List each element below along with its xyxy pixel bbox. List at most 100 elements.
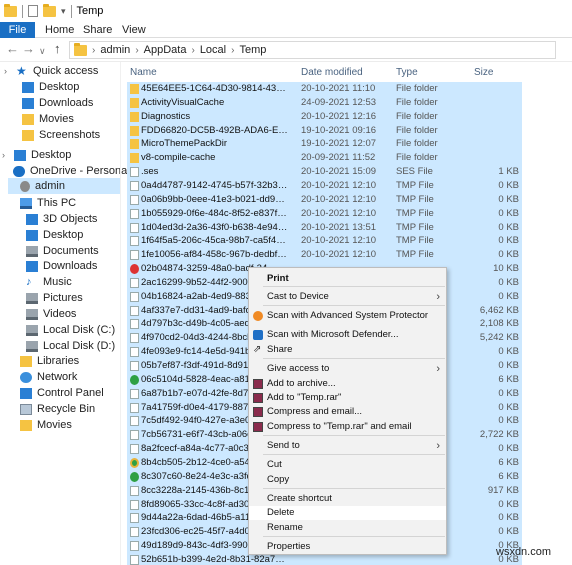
file-row[interactable]: Diagnostics 20-10-2021 12:16 File folder (127, 109, 522, 124)
file-size: 0 KB (498, 387, 519, 399)
sidebar-item-libraries[interactable]: Libraries (8, 353, 120, 369)
chevron-right-icon[interactable]: › (231, 45, 234, 56)
breadcrumb-local[interactable]: Local (200, 44, 226, 56)
menu-item-share[interactable]: ⇗ Share (249, 343, 446, 357)
sidebar-item-network[interactable]: Network (8, 369, 120, 385)
file-icon (130, 361, 139, 371)
file-size: 0 KB (498, 276, 519, 288)
breadcrumb-admin[interactable]: admin (100, 44, 130, 56)
chevron-right-icon[interactable]: › (191, 45, 194, 56)
menu-item-cut[interactable]: Cut (249, 458, 446, 472)
sidebar-item-onedrive-personal[interactable]: OneDrive - Personal (8, 163, 130, 179)
menu-item-rename[interactable]: Rename (249, 521, 446, 535)
file-name: 1d04ed3d-2a36-43f0-b638-4e9462fb45d3... (141, 221, 289, 233)
window-title: Temp (76, 5, 104, 17)
file-row[interactable]: 1b055929-0f6e-484c-8f52-e837f5dd0aad.t..… (127, 206, 522, 221)
menu-item-compress-to-temp-rar-and-email[interactable]: Compress to "Temp.rar" and email (249, 420, 446, 434)
winrar-icon (253, 379, 263, 389)
file-row[interactable]: MicroThemePackDir 19-10-2021 12:07 File fo… (127, 137, 522, 152)
sidebar-item-movies[interactable]: Movies (10, 111, 120, 127)
chevron-right-icon[interactable]: › (4, 66, 11, 76)
tab-share[interactable]: Share (83, 22, 112, 38)
file-row[interactable]: FDD66820-DC5B-492B-ADA6-EADABF8E9... 19-1… (127, 123, 522, 138)
menu-item-add-to-temp-rar[interactable]: Add to "Temp.rar" (249, 391, 446, 405)
menu-item-label: Rename (267, 522, 303, 533)
sidebar-item-control-panel[interactable]: Control Panel (8, 385, 120, 401)
file-icon (130, 513, 139, 524)
file-row[interactable]: 0a06b9bb-0eee-41e3-b021-dd918819cb6... 20… (127, 192, 522, 207)
sidebar-item-recycle-bin[interactable]: Recycle Bin (8, 401, 120, 417)
file-size: 6 KB (498, 456, 519, 468)
sidebar-item-downloads[interactable]: Downloads (10, 95, 120, 111)
sidebar-item-local-disk-d-[interactable]: Local Disk (D:) (14, 338, 120, 354)
file-row[interactable]: v8-compile-cache 20-09-2021 11:52 File fol… (127, 151, 522, 166)
menu-item-print[interactable]: Print (249, 272, 446, 286)
file-date: 19-10-2021 12:07 (301, 138, 377, 150)
file-row[interactable]: 1f64f5a5-206c-45ca-98b7-ca5f4148156a.t..… (127, 234, 522, 249)
forward-arrow-icon[interactable]: → (22, 42, 35, 56)
new-folder-icon[interactable] (43, 3, 56, 17)
file-row[interactable]: 1d04ed3d-2a36-43f0-b638-4e9462fb45d3... 2… (127, 220, 522, 235)
up-arrow-icon[interactable]: ↑ (54, 42, 61, 56)
file-row[interactable]: 45E64EE5-1C64-4D30-9814-435A7C4E1B23 20-1… (127, 82, 522, 96)
sidebar-item-movies[interactable]: Movies (8, 417, 120, 433)
tab-view[interactable]: View (122, 22, 146, 38)
tab-file[interactable]: File (0, 22, 35, 38)
menu-item-give-access-to[interactable]: Give access to › (249, 362, 446, 376)
recent-locations-icon[interactable]: ∨ (39, 44, 46, 58)
watermark: wsxdn.com (496, 546, 552, 558)
pane-divider[interactable] (120, 62, 121, 565)
sidebar-item-music[interactable]: ♪ Music (14, 274, 120, 290)
onedrive-icon (13, 165, 25, 177)
file-size: 5,242 KB (479, 332, 519, 344)
sidebar-item-videos[interactable]: Videos (14, 306, 120, 322)
sidebar-item-desktop[interactable]: › Desktop (2, 147, 120, 163)
menu-item-properties[interactable]: Properties (249, 540, 446, 554)
column-header-size[interactable]: Size (474, 67, 493, 78)
file-name: .ses (141, 166, 159, 178)
menu-item-create-shortcut[interactable]: Create shortcut (249, 492, 446, 506)
column-header-type[interactable]: Type (396, 67, 418, 78)
sidebar-item-this-pc[interactable]: This PC (8, 195, 120, 211)
menu-item-copy[interactable]: Copy (249, 473, 446, 487)
back-arrow-icon[interactable]: ← (6, 42, 19, 56)
menu-item-cast-to-device[interactable]: Cast to Device › (249, 290, 446, 304)
menu-item-add-to-archive[interactable]: Add to archive... (249, 377, 446, 391)
column-header-date[interactable]: Date modified (301, 67, 363, 78)
file-row[interactable]: 0a4d4787-9142-4745-b57f-32b35e0854f5... 2… (127, 178, 522, 193)
sidebar-item-desktop[interactable]: Desktop (14, 227, 120, 243)
file-row[interactable]: .ses 20-10-2021 15:09 SES File 1 KB (127, 165, 522, 180)
file-app-icon (130, 264, 139, 275)
tab-home[interactable]: Home (45, 22, 74, 38)
menu-item-label: Properties (267, 541, 311, 552)
menu-item-send-to[interactable]: Send to › (249, 439, 446, 453)
sidebar-item-quick-access[interactable]: › ★ Quick access (4, 63, 120, 79)
sidebar-item-3d-objects[interactable]: 3D Objects (14, 211, 120, 227)
file-row[interactable]: 1fe10056-af84-458c-967b-dedbfedbd45c... 2… (127, 248, 522, 263)
chevron-right-icon[interactable]: › (135, 45, 138, 56)
file-app-icon (130, 471, 139, 482)
menu-item-label: Delete (267, 507, 295, 518)
chevron-right-icon[interactable]: › (92, 45, 95, 56)
chevron-right-icon[interactable]: › (2, 150, 9, 160)
menu-item-delete[interactable]: Delete (249, 506, 446, 520)
column-header-name[interactable]: Name (130, 67, 157, 78)
divider (70, 4, 72, 18)
customize-toolbar-icon[interactable]: ▾ (61, 6, 66, 17)
breadcrumb-temp[interactable]: Temp (239, 44, 266, 56)
sidebar-item-desktop[interactable]: Desktop (10, 79, 120, 95)
sidebar-item-screenshots[interactable]: Screenshots (10, 127, 120, 143)
sidebar-item-pictures[interactable]: Pictures (14, 290, 120, 306)
menu-item-compress-and-email[interactable]: Compress and email... (249, 405, 446, 419)
breadcrumb-appdata[interactable]: AppData (144, 44, 187, 56)
menu-item-scan-with-advanced-system-protector[interactable]: Scan with Advanced System Protector (249, 309, 446, 323)
menu-item-scan-with-microsoft-defender[interactable]: Scan with Microsoft Defender... (249, 328, 446, 342)
file-size: 2,722 KB (479, 429, 519, 441)
sidebar-item-documents[interactable]: Documents (14, 243, 120, 259)
file-row[interactable]: ActivityVisualCache 24-09-2021 12:53 File … (127, 95, 522, 110)
sidebar-item-local-disk-c-[interactable]: Local Disk (C:) (14, 322, 120, 338)
sidebar-item-downloads[interactable]: Downloads (14, 258, 120, 274)
properties-icon[interactable] (28, 5, 38, 17)
sidebar-item-admin[interactable]: admin (8, 178, 120, 194)
address-bar[interactable]: › admin › AppData › Local › Temp (69, 41, 556, 59)
